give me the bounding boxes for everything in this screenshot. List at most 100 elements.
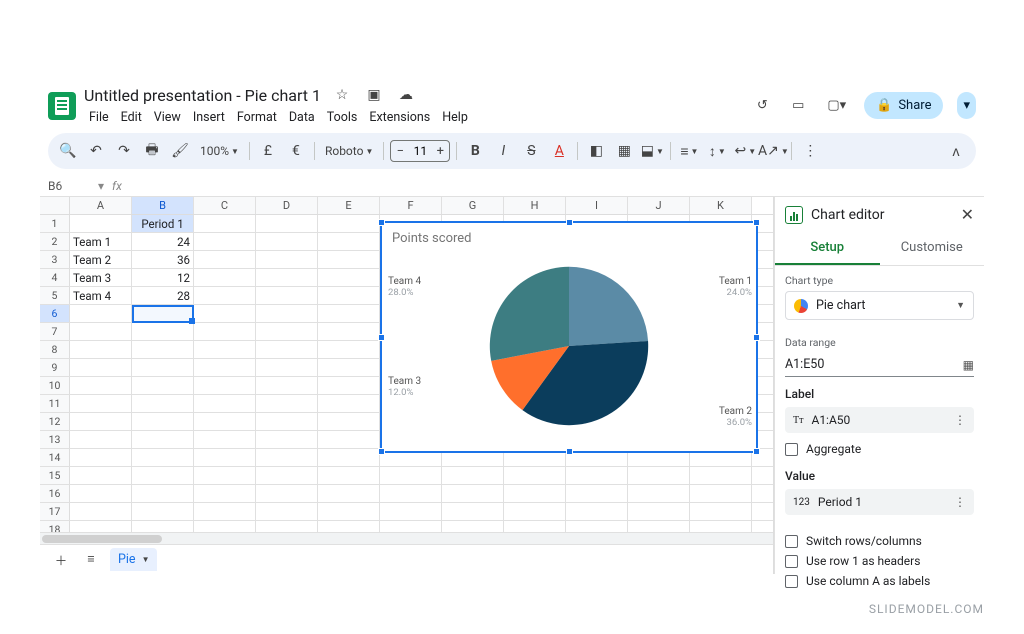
cell[interactable]: 28 [132, 287, 194, 304]
cell[interactable] [256, 377, 318, 394]
cell[interactable] [132, 485, 194, 502]
cell[interactable] [504, 467, 566, 484]
cell[interactable] [256, 269, 318, 286]
row-header-14[interactable]: 14 [40, 449, 70, 466]
cell[interactable] [566, 503, 628, 520]
cell[interactable] [628, 521, 690, 532]
cell[interactable] [256, 305, 318, 322]
cell[interactable] [256, 485, 318, 502]
cell[interactable] [442, 503, 504, 520]
merge-cells-button[interactable]: ⬓▼ [640, 139, 664, 163]
cell[interactable] [318, 359, 380, 376]
chart-object[interactable]: Points scored Team 124.0%Team 236.0%Team… [380, 221, 758, 453]
cell[interactable] [318, 413, 380, 430]
cell[interactable] [318, 323, 380, 340]
cell[interactable] [70, 341, 132, 358]
cell[interactable] [256, 395, 318, 412]
cell[interactable] [566, 485, 628, 502]
cell[interactable] [256, 521, 318, 532]
cell[interactable]: Team 1 [70, 233, 132, 250]
switch-rows-checkbox[interactable]: Switch rows/columns [785, 531, 974, 551]
cell[interactable] [194, 395, 256, 412]
cell[interactable] [318, 431, 380, 448]
menu-tools[interactable]: Tools [322, 108, 363, 127]
cell[interactable] [442, 521, 504, 532]
print-icon[interactable]: 🖶 [140, 139, 164, 163]
cell[interactable] [442, 485, 504, 502]
bold-button[interactable]: B [463, 139, 487, 163]
cell[interactable] [318, 287, 380, 304]
cell[interactable]: 24 [132, 233, 194, 250]
cell[interactable] [628, 503, 690, 520]
cell[interactable] [70, 395, 132, 412]
cell[interactable] [194, 467, 256, 484]
add-sheet-button[interactable]: ＋ [50, 549, 72, 571]
cell[interactable] [70, 485, 132, 502]
aggregate-checkbox[interactable]: Aggregate [785, 439, 974, 459]
cell[interactable] [194, 485, 256, 502]
cell[interactable] [70, 449, 132, 466]
font-size-minus[interactable]: − [391, 144, 409, 159]
chart-type-dropdown[interactable]: Pie chart ▼ [785, 291, 974, 320]
menu-view[interactable]: View [149, 108, 186, 127]
strikethrough-button[interactable]: S [519, 139, 543, 163]
cell[interactable] [132, 467, 194, 484]
cell[interactable] [318, 485, 380, 502]
cell[interactable] [132, 431, 194, 448]
cell[interactable] [318, 269, 380, 286]
share-button[interactable]: 🔒 Share [864, 92, 943, 119]
currency-euro-button[interactable]: € [284, 139, 308, 163]
col-header-k[interactable]: K [690, 197, 752, 214]
cell[interactable] [318, 521, 380, 532]
cell[interactable] [132, 449, 194, 466]
cell[interactable] [70, 323, 132, 340]
select-range-icon[interactable]: ▦ [963, 358, 974, 372]
cell[interactable] [628, 485, 690, 502]
star-icon[interactable]: ☆ [331, 84, 353, 106]
italic-button[interactable]: I [491, 139, 515, 163]
document-title[interactable]: Untitled presentation - Pie chart 1 [84, 86, 321, 105]
cell[interactable] [380, 503, 442, 520]
cell[interactable] [132, 341, 194, 358]
value-more-icon[interactable]: ⋮ [954, 495, 966, 509]
cell[interactable] [318, 251, 380, 268]
font-size-plus[interactable]: + [431, 144, 449, 159]
cell[interactable] [504, 521, 566, 532]
cell[interactable] [70, 431, 132, 448]
cell[interactable] [318, 449, 380, 466]
cell[interactable] [132, 323, 194, 340]
undo-icon[interactable]: ↶ [84, 139, 108, 163]
cell[interactable] [318, 215, 380, 232]
cell[interactable] [442, 467, 504, 484]
cell[interactable] [256, 341, 318, 358]
row-header-5[interactable]: 5 [40, 287, 70, 304]
col-header-c[interactable]: C [194, 197, 256, 214]
row-header-13[interactable]: 13 [40, 431, 70, 448]
col-header-h[interactable]: H [504, 197, 566, 214]
sheet-area[interactable]: A B C D E F G H I J K 1Period 12Team 124… [40, 197, 774, 574]
row-header-7[interactable]: 7 [40, 323, 70, 340]
cell[interactable] [256, 359, 318, 376]
cell[interactable] [380, 521, 442, 532]
tab-setup[interactable]: Setup [775, 232, 880, 265]
cell[interactable] [380, 467, 442, 484]
cell[interactable] [132, 395, 194, 412]
cell[interactable] [194, 251, 256, 268]
row-header-16[interactable]: 16 [40, 485, 70, 502]
cell[interactable] [256, 467, 318, 484]
data-range-input[interactable]: A1:E50 ▦ [785, 353, 974, 377]
row-header-17[interactable]: 17 [40, 503, 70, 520]
cell[interactable] [194, 287, 256, 304]
sheets-logo[interactable] [48, 92, 76, 120]
cell[interactable] [194, 233, 256, 250]
col-header-b[interactable]: B [132, 197, 194, 214]
cell[interactable] [318, 377, 380, 394]
col-header-f[interactable]: F [380, 197, 442, 214]
cell[interactable] [318, 233, 380, 250]
cell[interactable] [256, 233, 318, 250]
cell[interactable] [194, 305, 256, 322]
row1-headers-checkbox[interactable]: Use row 1 as headers [785, 551, 974, 571]
cell[interactable] [318, 305, 380, 322]
cell[interactable] [194, 323, 256, 340]
menu-help[interactable]: Help [437, 108, 473, 127]
